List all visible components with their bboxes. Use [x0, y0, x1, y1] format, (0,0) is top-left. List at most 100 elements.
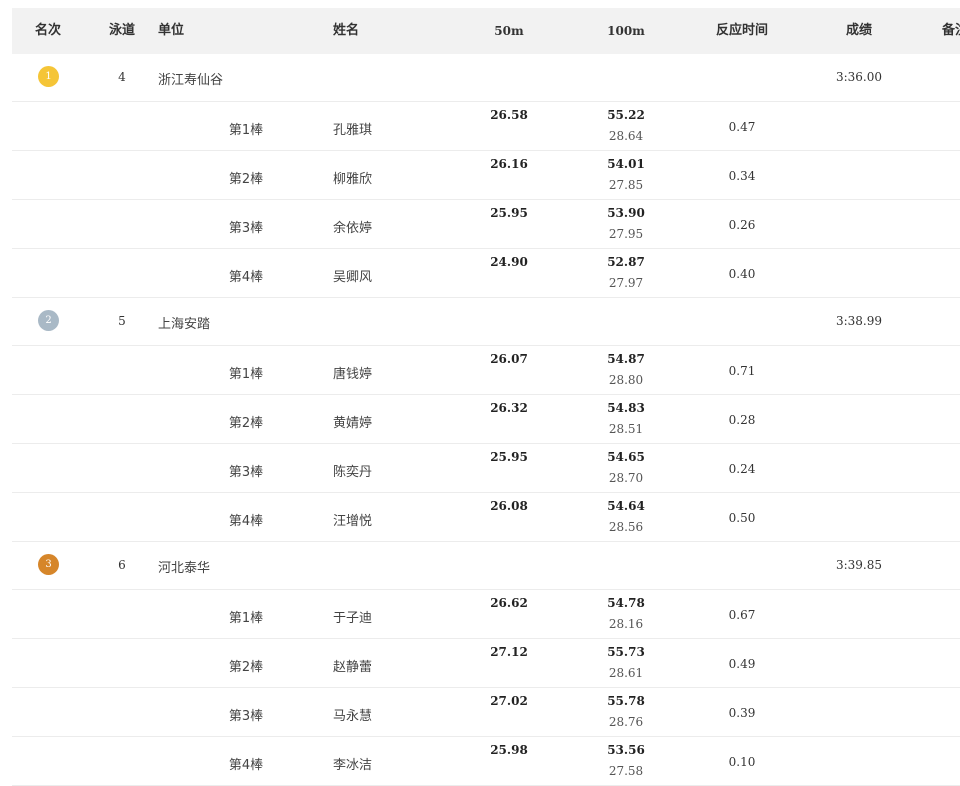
split-50m: 27.02 — [490, 694, 528, 708]
swimmer-row: 第1棒 于子迪 26.62 54.78 28.16 0.67 — [12, 590, 960, 639]
split-100m: 54.83 — [607, 401, 645, 415]
split-100m: 55.22 — [607, 108, 645, 122]
split-100m-lap: 27.97 — [608, 276, 644, 290]
reaction-time: 0.47 — [728, 120, 756, 134]
split-100m-lap: 28.80 — [608, 373, 644, 387]
lane-number: 4 — [118, 70, 126, 84]
relay-leg: 第4棒 — [228, 758, 264, 773]
split-100m: 54.64 — [607, 499, 645, 513]
swimmer-row: 第2棒 柳雅欣 26.16 54.01 27.85 0.34 — [12, 151, 960, 200]
lane-number: 5 — [118, 314, 126, 328]
swimmer-row: 第1棒 孔雅琪 26.58 55.22 28.64 0.47 — [12, 102, 960, 151]
swimmer-name: 陈奕丹 — [333, 465, 373, 480]
swimmer-name: 吴卿风 — [333, 270, 373, 285]
split-50m: 26.16 — [490, 157, 528, 171]
split-100m-lap: 27.95 — [608, 227, 644, 241]
split-100m: 53.90 — [607, 206, 645, 220]
split-50m: 25.95 — [490, 450, 528, 464]
reaction-time: 0.10 — [728, 755, 756, 769]
relay-leg: 第4棒 — [228, 270, 264, 285]
header-unit: 单位 — [158, 23, 185, 38]
split-100m-lap: 28.51 — [608, 422, 644, 436]
team-result: 3:39.85 — [835, 558, 883, 572]
swimmer-name: 于子迪 — [333, 611, 373, 626]
split-100m: 55.73 — [607, 645, 645, 659]
table-body: 1 4 浙江寿仙谷 3:36.00 第1棒 孔雅琪 26.58 55.22 28.64 0.47 第… — [12, 54, 960, 786]
swimmer-name: 孔雅琪 — [333, 123, 373, 138]
split-100m-lap: 28.76 — [608, 715, 644, 729]
reaction-time: 0.39 — [728, 706, 756, 720]
table-header: 名次 泳道 单位 姓名 50m 100m 反应时间 成绩 备注 — [12, 8, 960, 54]
header-name: 姓名 — [333, 23, 360, 38]
split-100m-lap: 27.85 — [608, 178, 644, 192]
reaction-time: 0.40 — [728, 267, 756, 281]
swimmer-name: 唐钱婷 — [333, 367, 373, 382]
swimmer-name: 柳雅欣 — [333, 172, 373, 187]
reaction-time: 0.71 — [728, 364, 756, 378]
lane-number: 6 — [118, 558, 126, 572]
team-unit: 河北泰华 — [158, 561, 211, 576]
split-50m: 27.12 — [490, 645, 528, 659]
swimmer-row: 第4棒 汪增悦 26.08 54.64 28.56 0.50 — [12, 493, 960, 542]
split-50m: 26.58 — [490, 108, 528, 122]
reaction-time: 0.28 — [728, 413, 756, 427]
swimmer-name: 黄婧婷 — [333, 416, 373, 431]
split-100m-lap: 28.16 — [608, 617, 644, 631]
reaction-time: 0.49 — [728, 657, 756, 671]
relay-leg: 第3棒 — [228, 465, 264, 480]
swimmer-name: 余依婷 — [333, 221, 373, 236]
relay-leg: 第1棒 — [228, 123, 264, 138]
swimmer-name: 李冰洁 — [333, 758, 373, 773]
header-note: 备注 — [942, 23, 960, 38]
relay-leg: 第1棒 — [228, 611, 264, 626]
relay-leg: 第3棒 — [228, 709, 264, 724]
swimmer-name: 马永慧 — [333, 709, 373, 724]
medal-badge: 3 — [38, 554, 59, 575]
swimmer-row: 第4棒 李冰洁 25.98 53.56 27.58 0.10 — [12, 737, 960, 786]
split-100m: 54.65 — [607, 450, 645, 464]
swimmer-row: 第3棒 马永慧 27.02 55.78 28.76 0.39 — [12, 688, 960, 737]
reaction-time: 0.50 — [728, 511, 756, 525]
swimmer-row: 第2棒 赵静蕾 27.12 55.73 28.61 0.49 — [12, 639, 960, 688]
reaction-time: 0.34 — [728, 169, 756, 183]
header-lane: 泳道 — [108, 23, 136, 38]
team-result: 3:38.99 — [835, 314, 883, 328]
split-50m: 26.62 — [490, 596, 528, 610]
split-100m: 53.56 — [607, 743, 645, 757]
medal-badge: 2 — [38, 310, 59, 331]
swimmer-row: 第3棒 陈奕丹 25.95 54.65 28.70 0.24 — [12, 444, 960, 493]
reaction-time: 0.24 — [728, 462, 756, 476]
relay-leg: 第2棒 — [228, 660, 264, 675]
split-100m-lap: 27.58 — [608, 764, 644, 778]
split-100m: 55.78 — [607, 694, 645, 708]
split-50m: 25.98 — [490, 743, 528, 757]
reaction-time: 0.26 — [728, 218, 756, 232]
split-100m-lap: 28.61 — [608, 666, 644, 680]
swimmer-name: 赵静蕾 — [333, 660, 373, 675]
split-100m-lap: 28.64 — [608, 129, 644, 143]
relay-leg: 第2棒 — [228, 416, 264, 431]
team-row: 3 6 河北泰华 3:39.85 — [12, 542, 960, 590]
results-table: 名次 泳道 单位 姓名 50m 100m 反应时间 成绩 备注 1 4 浙江寿仙谷 3… — [12, 8, 960, 786]
relay-leg: 第1棒 — [228, 367, 264, 382]
split-50m: 26.07 — [490, 352, 528, 366]
header-rank: 名次 — [34, 23, 62, 38]
team-unit: 浙江寿仙谷 — [158, 73, 224, 88]
split-100m: 54.87 — [607, 352, 645, 366]
swimmer-row: 第1棒 唐钱婷 26.07 54.87 28.80 0.71 — [12, 346, 960, 395]
split-50m: 26.08 — [490, 499, 528, 513]
split-50m: 26.32 — [490, 401, 528, 415]
relay-leg: 第2棒 — [228, 172, 264, 187]
medal-badge: 1 — [38, 66, 59, 87]
split-100m: 54.78 — [607, 596, 645, 610]
split-100m: 54.01 — [607, 157, 645, 171]
team-row: 1 4 浙江寿仙谷 3:36.00 — [12, 54, 960, 102]
swimmer-row: 第2棒 黄婧婷 26.32 54.83 28.51 0.28 — [12, 395, 960, 444]
swimmer-name: 汪增悦 — [333, 514, 373, 529]
split-50m: 25.95 — [490, 206, 528, 220]
reaction-time: 0.67 — [728, 608, 756, 622]
header-split-100m: 100m — [607, 24, 645, 38]
split-100m: 52.87 — [607, 255, 645, 269]
header-result: 成绩 — [845, 23, 873, 38]
header-reaction-time: 反应时间 — [715, 23, 769, 38]
